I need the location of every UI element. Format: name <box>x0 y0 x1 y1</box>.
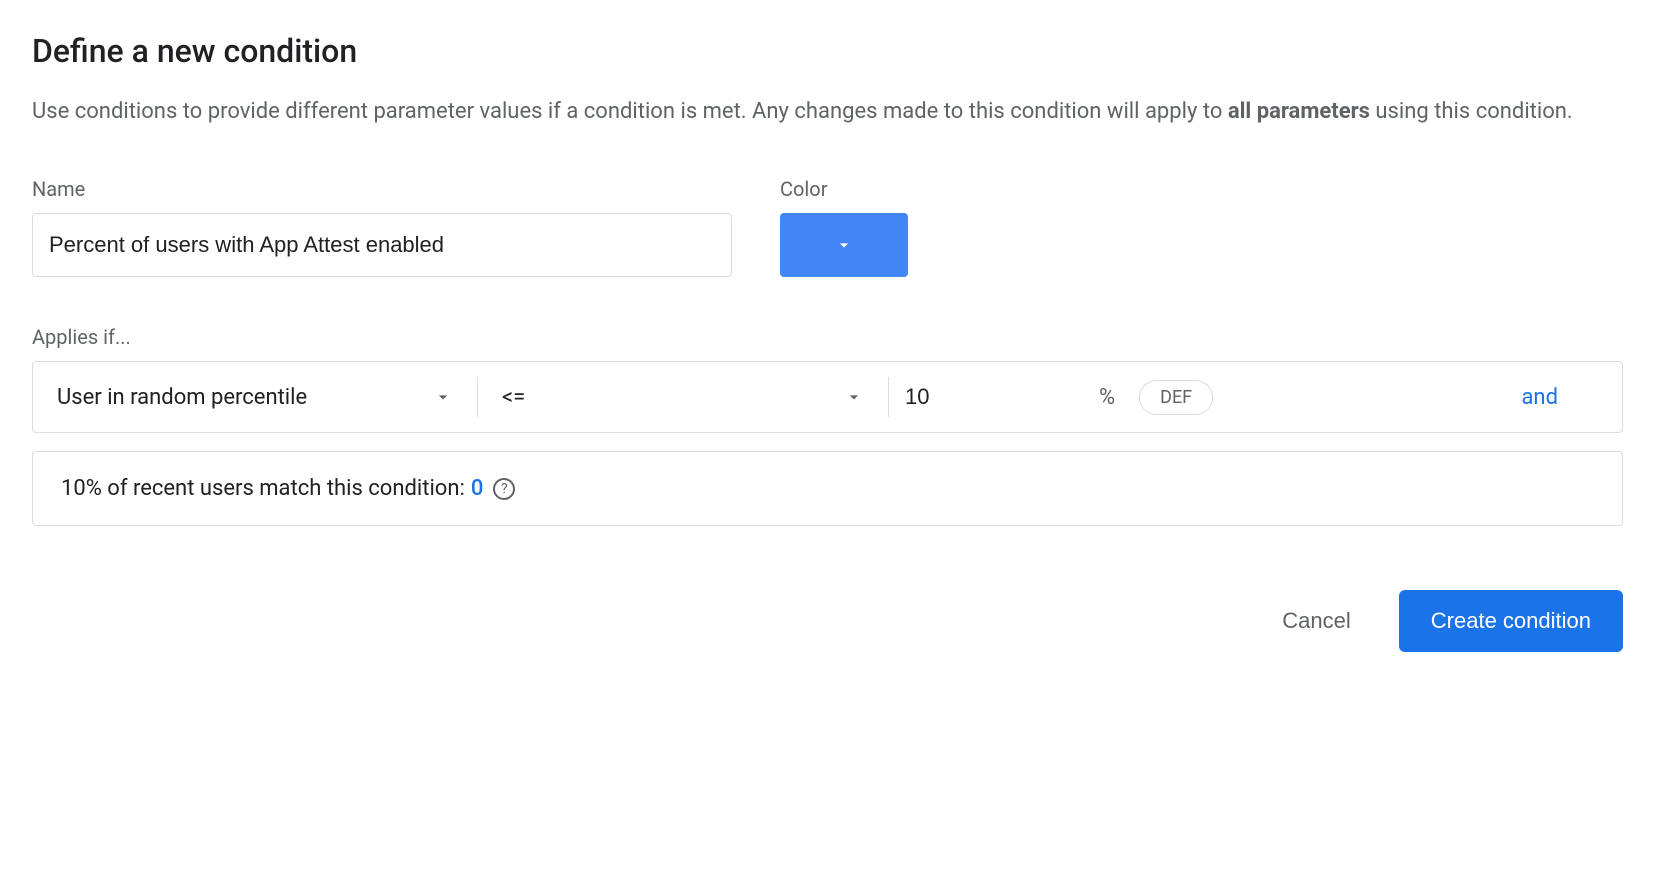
cancel-button[interactable]: Cancel <box>1266 596 1366 646</box>
match-info-box: 10% of recent users match this condition… <box>32 451 1623 526</box>
footer-actions: Cancel Create condition <box>32 590 1623 652</box>
field-row: Name Color <box>32 177 1623 277</box>
create-condition-button[interactable]: Create condition <box>1399 590 1623 652</box>
operator-text: <= <box>502 385 525 410</box>
color-field-group: Color <box>780 177 908 277</box>
operator-select[interactable]: <= <box>478 385 888 410</box>
percentile-value-input[interactable] <box>889 362 1099 432</box>
seed-chip[interactable]: DEF <box>1139 380 1213 415</box>
condition-row: User in random percentile <= % DEF and <box>32 361 1623 433</box>
description-prefix: Use conditions to provide different para… <box>32 99 1228 124</box>
caret-down-icon <box>844 387 864 407</box>
description-suffix: using this condition. <box>1370 99 1573 124</box>
applies-label: Applies if... <box>32 325 1623 349</box>
name-field-group: Name <box>32 177 732 277</box>
caret-down-icon <box>433 387 453 407</box>
percent-unit-label: % <box>1099 385 1115 410</box>
match-count: 0 <box>471 476 484 501</box>
help-icon[interactable]: ? <box>493 478 515 500</box>
description-bold: all parameters <box>1228 99 1370 124</box>
match-info-text: 10% of recent users match this condition… <box>61 476 465 501</box>
name-label: Name <box>32 177 732 201</box>
add-and-link[interactable]: and <box>1521 385 1558 410</box>
color-picker-button[interactable] <box>780 213 908 277</box>
caret-down-icon <box>834 235 854 255</box>
applies-section: Applies if... User in random percentile … <box>32 325 1623 526</box>
description-text: Use conditions to provide different para… <box>32 94 1623 129</box>
condition-type-text: User in random percentile <box>57 385 307 410</box>
condition-type-select[interactable]: User in random percentile <box>57 385 477 410</box>
page-title: Define a new condition <box>32 32 1623 70</box>
color-label: Color <box>780 177 908 201</box>
name-input[interactable] <box>32 213 732 277</box>
